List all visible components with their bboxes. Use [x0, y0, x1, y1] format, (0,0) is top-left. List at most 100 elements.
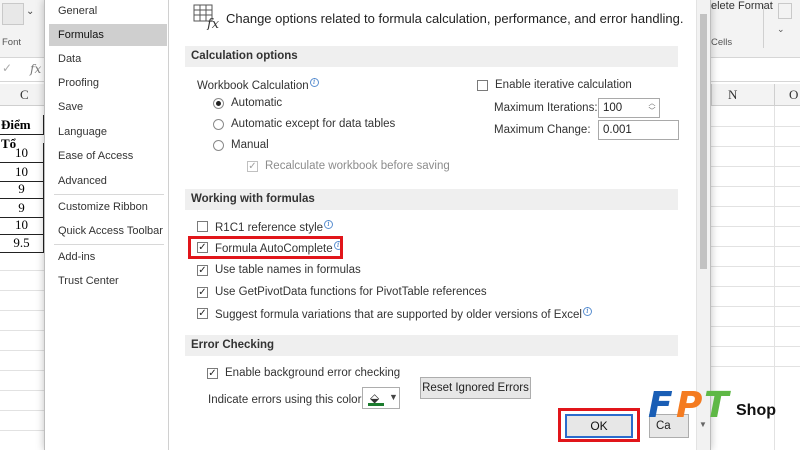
- grid-line: [711, 366, 800, 367]
- radio-manual[interactable]: [213, 140, 224, 151]
- nav-item-save[interactable]: Save: [49, 96, 167, 118]
- checkbox-background-error-checking-label[interactable]: Enable background error checking: [225, 367, 400, 379]
- spinner-icon[interactable]: ︿ ﹀: [647, 100, 657, 116]
- grid-line: [0, 350, 44, 351]
- cell-header[interactable]: Điểm Tổ: [0, 115, 44, 151]
- max-iterations-label: Maximum Iterations:: [494, 102, 598, 114]
- radio-automatic-except-tables-label[interactable]: Automatic except for data tables: [231, 118, 395, 130]
- chevron-down-icon[interactable]: ⌄: [26, 6, 34, 17]
- table-cell[interactable]: 10: [0, 215, 44, 235]
- fx-icon[interactable]: fx: [30, 62, 41, 76]
- grid-line: [0, 290, 44, 291]
- nav-item-general[interactable]: General: [49, 0, 167, 22]
- table-cell[interactable]: 9.5: [0, 233, 44, 253]
- grid-line: [711, 286, 800, 287]
- nav-item-customize-ribbon[interactable]: Customize Ribbon: [49, 196, 167, 218]
- ribbon-delete-button[interactable]: elete: [711, 0, 735, 12]
- radio-manual-label[interactable]: Manual: [231, 139, 269, 151]
- error-color-picker[interactable]: ⬙ ▼: [362, 387, 400, 409]
- max-iterations-value: 100: [603, 102, 623, 114]
- checkbox-table-names[interactable]: ✓: [197, 265, 208, 276]
- checkbox-getpivotdata-label[interactable]: Use GetPivotData functions for PivotTabl…: [215, 286, 487, 298]
- grid-line: [711, 166, 800, 167]
- chevron-down-icon[interactable]: ⌄: [777, 24, 785, 35]
- checkbox-enable-iterative[interactable]: [477, 80, 488, 91]
- section-working-with-formulas: Working with formulas: [185, 189, 678, 210]
- nav-item-formulas[interactable]: Formulas: [49, 24, 167, 46]
- info-icon[interactable]: i: [324, 220, 334, 229]
- max-iterations-input[interactable]: 100 ︿ ﹀: [598, 98, 660, 118]
- nav-item-proofing[interactable]: Proofing: [49, 72, 167, 94]
- checkbox-recalculate-before-saving-label[interactable]: Recalculate workbook before saving: [265, 160, 450, 172]
- error-color-label: Indicate errors using this color:: [208, 394, 365, 406]
- table-cell[interactable]: 9: [0, 179, 44, 199]
- logo-letter-p: P: [676, 385, 703, 426]
- checkbox-r1c1[interactable]: [197, 221, 208, 232]
- radio-automatic-label[interactable]: Automatic: [231, 97, 282, 109]
- logo-letter-t: T: [704, 385, 729, 426]
- nav-item-advanced[interactable]: Advanced: [49, 170, 167, 192]
- ribbon-group-cells: Cells: [711, 37, 733, 48]
- checkbox-suggest-variations-label[interactable]: Suggest formula variations that are supp…: [215, 307, 592, 321]
- checkbox-r1c1-label[interactable]: R1C1 reference style i: [215, 220, 334, 234]
- max-change-label: Maximum Change:: [494, 124, 591, 136]
- reset-ignored-errors-button[interactable]: Reset Ignored Errors: [420, 377, 531, 399]
- radio-automatic-except-tables[interactable]: [213, 119, 224, 130]
- color-swatch: [368, 403, 384, 406]
- column-header-c[interactable]: C: [20, 87, 29, 103]
- grid-line: [0, 390, 44, 391]
- grid-line: [711, 326, 800, 327]
- grid-line: [0, 330, 44, 331]
- workbook-calculation-label: Workbook Calculation i: [197, 78, 319, 92]
- logo-shop-text: Shop: [736, 402, 776, 419]
- grid-line: [711, 266, 800, 267]
- grid-line: [0, 310, 44, 311]
- radio-automatic[interactable]: [213, 98, 224, 109]
- table-cell[interactable]: 10: [0, 143, 44, 163]
- excel-options-dialog: General Formulas Data Proofing Save Lang…: [44, 0, 711, 450]
- grid-line: [711, 146, 800, 147]
- logo-letter-f: F: [648, 385, 673, 426]
- nav-item-data[interactable]: Data: [49, 48, 167, 70]
- grid-line: [711, 206, 800, 207]
- grid-line: [0, 270, 44, 271]
- section-error-checking: Error Checking: [185, 335, 678, 356]
- nav-divider: [54, 194, 164, 195]
- checkbox-background-error-checking[interactable]: ✓: [207, 368, 218, 379]
- checkbox-suggest-variations[interactable]: ✓: [197, 308, 208, 319]
- ribbon-divider: [763, 4, 764, 48]
- checkbox-enable-iterative-label[interactable]: Enable iterative calculation: [495, 79, 632, 91]
- column-header-n[interactable]: N: [728, 87, 737, 103]
- ok-button[interactable]: OK: [565, 414, 633, 438]
- checkbox-recalculate-before-saving[interactable]: ✓: [247, 161, 258, 172]
- ribbon-format-button[interactable]: Format: [738, 0, 773, 12]
- max-change-input[interactable]: 0.001: [598, 120, 679, 140]
- grid-line: [0, 430, 44, 431]
- column-header-o[interactable]: O: [789, 87, 798, 103]
- nav-item-trust-center[interactable]: Trust Center: [49, 270, 167, 292]
- ribbon-right-icon[interactable]: [778, 3, 792, 19]
- ribbon-font-button[interactable]: [2, 3, 24, 25]
- page-description: Change options related to formula calcul…: [226, 11, 684, 26]
- info-icon[interactable]: i: [309, 78, 319, 87]
- section-calculation-options: Calculation options: [185, 46, 678, 67]
- autocomplete-highlight-box: [188, 236, 343, 259]
- chevron-down-icon: ▼: [389, 392, 398, 402]
- ribbon-group-font: Font: [2, 37, 22, 48]
- options-nav: General Formulas Data Proofing Save Lang…: [45, 0, 169, 450]
- options-scrollbar[interactable]: ▼: [696, 0, 710, 450]
- scrollbar-thumb[interactable]: [700, 14, 707, 269]
- nav-item-language[interactable]: Language: [49, 121, 167, 143]
- nav-item-ease-of-access[interactable]: Ease of Access: [49, 145, 167, 167]
- grid-line: [711, 306, 800, 307]
- checkmark-icon[interactable]: ✓: [2, 61, 12, 75]
- info-icon[interactable]: i: [582, 307, 592, 316]
- formulas-icon: fx: [193, 4, 220, 30]
- nav-item-quick-access-toolbar[interactable]: Quick Access Toolbar: [49, 220, 167, 242]
- options-content: fx Change options related to formula cal…: [177, 0, 686, 450]
- nav-item-add-ins[interactable]: Add-ins: [49, 246, 167, 268]
- checkbox-getpivotdata[interactable]: ✓: [197, 287, 208, 298]
- grid-line: [711, 246, 800, 247]
- fpt-shop-logo: F P T Shop: [648, 388, 798, 438]
- checkbox-table-names-label[interactable]: Use table names in formulas: [215, 264, 361, 276]
